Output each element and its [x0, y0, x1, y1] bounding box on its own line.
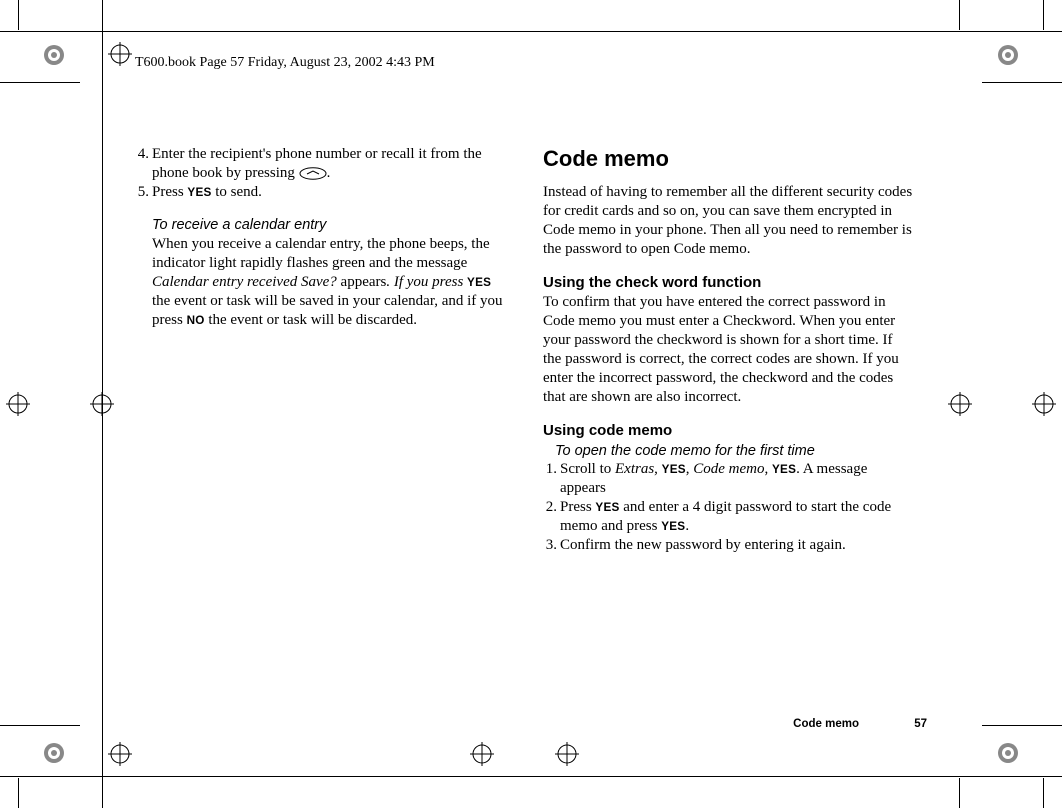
s1-codememo: Code memo	[693, 461, 764, 477]
rx-b: appears	[337, 274, 387, 290]
running-head: T600.book Page 57 Friday, August 23, 200…	[135, 55, 435, 71]
receive-subhead: To receive a calendar entry	[152, 216, 505, 234]
list-number: 2.	[543, 498, 560, 536]
crosshair-icon	[948, 392, 972, 416]
no-key-label: NO	[187, 314, 205, 327]
page-content: 4. Enter the recipient's phone number or…	[135, 145, 935, 555]
crop-line-top-inner-r	[982, 82, 1062, 83]
list-text: Press YES to send.	[152, 183, 505, 202]
step5-a: Press	[152, 184, 187, 200]
code-memo-title: Code memo	[543, 145, 913, 173]
list-number: 4.	[135, 145, 152, 183]
crosshair-icon	[108, 42, 132, 66]
s1a: Scroll to	[560, 461, 615, 477]
right-column: Code memo Instead of having to remember …	[543, 145, 913, 555]
step5-b: to send.	[212, 184, 262, 200]
list-item: 2. Press YES and enter a 4 digit passwor…	[543, 498, 913, 536]
step4-text-b: .	[327, 165, 331, 181]
rx-i2: . If you press	[386, 274, 467, 290]
crop-line-v-outer-r2	[1043, 778, 1044, 808]
s2a: Press	[560, 499, 595, 515]
crosshair-icon	[1032, 392, 1056, 416]
yes-key-label: YES	[187, 186, 211, 199]
yes-key-label: YES	[595, 501, 619, 514]
s1-extras: Extras	[615, 461, 654, 477]
crop-line-top-inner	[0, 82, 80, 83]
left-column: 4. Enter the recipient's phone number or…	[135, 145, 505, 555]
crop-line-v-outer-l2	[18, 778, 19, 808]
footer-page-number: 57	[914, 718, 927, 730]
phone-key-icon	[299, 167, 327, 180]
crop-line-v-outer-r	[1043, 0, 1044, 30]
receive-paragraph: When you receive a calendar entry, the p…	[152, 235, 505, 330]
intro-paragraph: Instead of having to remember all the di…	[543, 183, 913, 259]
list-item: 5. Press YES to send.	[135, 183, 505, 202]
crosshair-icon	[555, 742, 579, 766]
crop-line-v-inner-r	[959, 0, 960, 30]
rx-i: Calendar entry received Save?	[152, 274, 337, 290]
list-item: 4. Enter the recipient's phone number or…	[135, 145, 505, 183]
s1d: ,	[765, 461, 773, 477]
check-word-body: To confirm that you have entered the cor…	[543, 293, 913, 407]
list-item: 3. Confirm the new password by entering …	[543, 536, 913, 555]
list-number: 5.	[135, 183, 152, 202]
crop-line-v-inner-r2	[959, 778, 960, 808]
registration-mark-icon	[42, 741, 66, 765]
registration-mark-icon	[42, 43, 66, 67]
s2c: .	[685, 518, 689, 534]
list-text: Scroll to Extras, YES, Code memo, YES. A…	[560, 460, 913, 498]
footer-section: Code memo	[793, 718, 859, 730]
yes-key-label: YES	[662, 463, 686, 476]
registration-mark-icon	[996, 43, 1020, 67]
check-word-heading: Using the check word function	[543, 273, 913, 292]
crop-line-bottom	[0, 776, 1062, 777]
rx-a: When you receive a calendar entry, the p…	[152, 236, 490, 271]
crop-line-bottom-inner-r	[982, 725, 1062, 726]
list-text: Enter the recipient's phone number or re…	[152, 145, 505, 183]
crosshair-icon	[470, 742, 494, 766]
crop-line-bottom-inner	[0, 725, 80, 726]
crosshair-icon	[6, 392, 30, 416]
rx-d: the event or task will be discarded.	[205, 312, 417, 328]
registration-mark-icon	[996, 741, 1020, 765]
list-number: 3.	[543, 536, 560, 555]
page-footer: Code memo 57	[793, 718, 927, 730]
list-number: 1.	[543, 460, 560, 498]
crop-line-v-outer-l	[18, 0, 19, 30]
list-item: 1. Scroll to Extras, YES, Code memo, YES…	[543, 460, 913, 498]
open-first-time-subhead: To open the code memo for the first time	[555, 442, 913, 460]
list-text: Press YES and enter a 4 digit password t…	[560, 498, 913, 536]
list-text: Confirm the new password by entering it …	[560, 536, 913, 555]
using-code-memo-heading: Using code memo	[543, 421, 913, 440]
crosshair-icon	[90, 392, 114, 416]
yes-key-label: YES	[467, 276, 491, 289]
crop-line-top	[0, 31, 1062, 32]
s1b: ,	[654, 461, 662, 477]
yes-key-label: YES	[772, 463, 796, 476]
crosshair-icon	[108, 742, 132, 766]
yes-key-label: YES	[661, 520, 685, 533]
